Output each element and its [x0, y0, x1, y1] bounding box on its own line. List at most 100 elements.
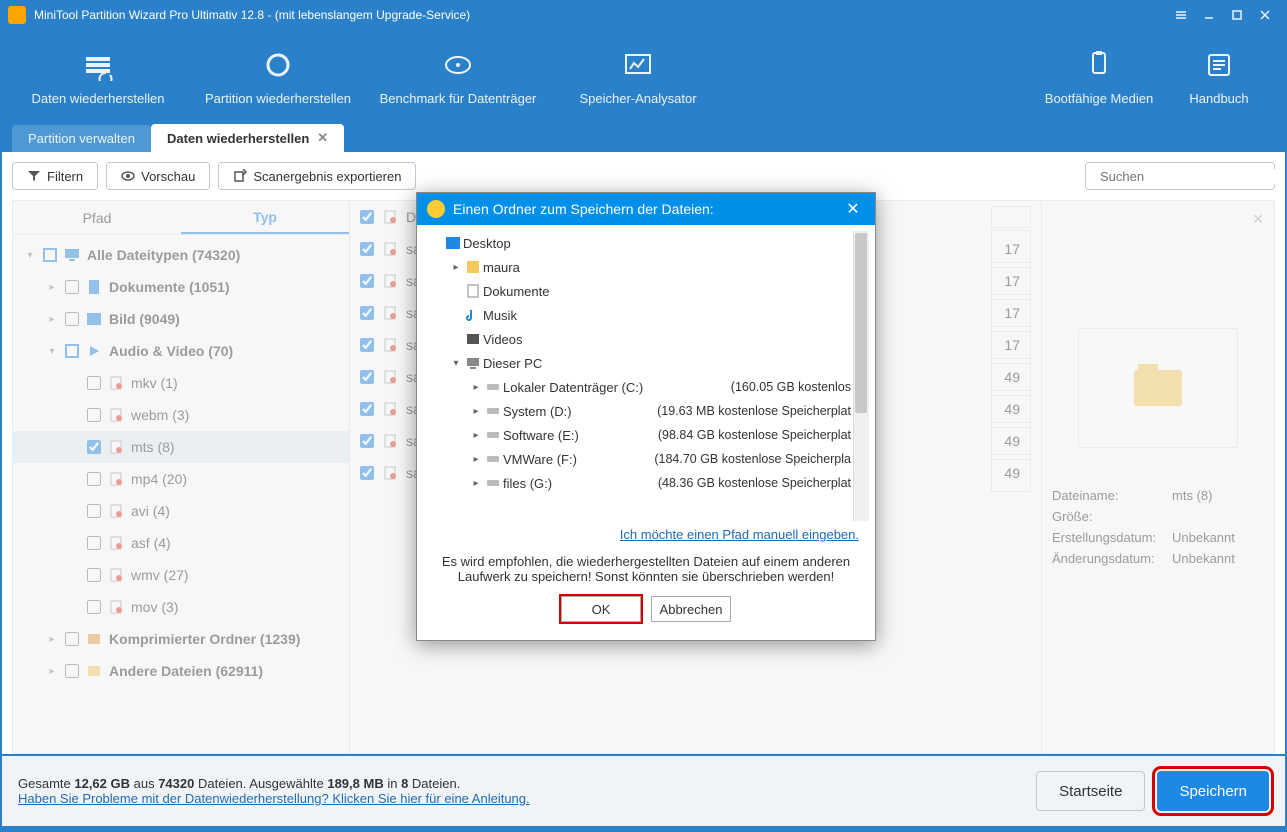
folder-type-icon: [443, 235, 463, 251]
tab-data-recover[interactable]: Daten wiederherstellen ✕: [151, 124, 344, 152]
folder-row[interactable]: ▸ System (D:)(19.63 MB kostenlose Speiche…: [423, 399, 869, 423]
ribbon-label: Bootfähige Medien: [1039, 91, 1159, 106]
footer-total-size: 12,62 GB: [74, 776, 130, 791]
tab-partition-manage[interactable]: Partition verwalten: [12, 125, 151, 152]
ribbon-bootmedia[interactable]: Bootfähige Medien: [1039, 45, 1159, 106]
footer-text: aus: [130, 776, 158, 791]
ok-button[interactable]: OK: [561, 596, 641, 622]
ribbon: Daten wiederherstellen Partition wiederh…: [0, 30, 1287, 120]
folder-name: Lokaler Datenträger (C:): [503, 380, 651, 395]
footer-help-link[interactable]: Haben Sie Probleme mit der Datenwiederhe…: [18, 791, 530, 806]
folder-type-icon: [463, 259, 483, 275]
maximize-icon[interactable]: [1223, 5, 1251, 25]
folder-row[interactable]: ▸ maura: [423, 255, 869, 279]
search-input[interactable]: [1100, 169, 1276, 184]
folder-type-icon: [463, 283, 483, 299]
dialog-close-icon[interactable]: ✕: [841, 199, 865, 219]
menu-icon[interactable]: [1167, 5, 1195, 25]
folder-row[interactable]: Videos: [423, 327, 869, 351]
benchmark-icon: [368, 45, 548, 85]
folder-row[interactable]: ▸files (G:)(48.36 GB kostenlose Speicher…: [423, 471, 869, 495]
folder-free-space: (184.70 GB kostenlose Speicherpla: [651, 452, 851, 466]
tab-strip: Partition verwalten Daten wiederherstell…: [0, 120, 1287, 152]
folder-row[interactable]: ▸ VMWare (F:)(184.70 GB kostenlose Speich…: [423, 447, 869, 471]
folder-name: maura: [483, 260, 651, 275]
recover-partition-icon: [188, 45, 368, 85]
chevron-icon[interactable]: ▸: [469, 406, 483, 417]
folder-row[interactable]: ▸Lokaler Datenträger (C:)(160.05 GB kost…: [423, 375, 869, 399]
ribbon-label: Handbuch: [1159, 91, 1279, 106]
folder-name: VMWare (F:): [503, 452, 651, 467]
folder-type-icon: [483, 451, 503, 467]
folder-type-icon: [463, 355, 483, 371]
ribbon-label: Daten wiederherstellen: [8, 91, 188, 106]
save-folder-dialog: Einen Ordner zum Speichern der Dateien: …: [416, 192, 876, 641]
dialog-warning: Es wird empfohlen, die wiederhergestellt…: [423, 546, 869, 590]
folder-type-icon: [483, 379, 503, 395]
filter-button[interactable]: Filtern: [12, 162, 98, 190]
footer-text: Gesamte: [18, 776, 74, 791]
chevron-icon[interactable]: ▸: [449, 262, 463, 273]
export-label: Scanergebnis exportieren: [253, 169, 401, 184]
export-button[interactable]: Scanergebnis exportieren: [218, 162, 416, 190]
window-title: MiniTool Partition Wizard Pro Ultimativ …: [34, 8, 470, 22]
tab-close-icon[interactable]: ✕: [317, 130, 328, 146]
chevron-icon[interactable]: ▾: [449, 358, 463, 369]
footer-info: Gesamte 12,62 GB aus 74320 Dateien. Ausg…: [18, 776, 530, 806]
filter-label: Filtern: [47, 169, 83, 184]
ribbon-label: Partition wiederherstellen: [188, 91, 368, 106]
folder-name: Dieser PC: [483, 356, 651, 371]
manual-path-link[interactable]: Ich möchte einen Pfad manuell eingeben.: [620, 527, 859, 542]
home-button[interactable]: Startseite: [1036, 771, 1145, 811]
title-bar: MiniTool Partition Wizard Pro Ultimativ …: [0, 0, 1287, 30]
dialog-titlebar: Einen Ordner zum Speichern der Dateien: …: [417, 193, 875, 225]
toolbar: Filtern Vorschau Scanergebnis exportiere…: [12, 160, 1275, 192]
folder-free-space: (19.63 MB kostenlose Speicherplat: [651, 404, 851, 418]
preview-button[interactable]: Vorschau: [106, 162, 210, 190]
export-icon: [233, 169, 247, 183]
ribbon-analyzer[interactable]: Speicher-Analysator: [548, 45, 728, 106]
tab-label: Daten wiederherstellen: [167, 131, 309, 146]
folder-name: Musik: [483, 308, 651, 323]
folder-row[interactable]: Dokumente: [423, 279, 869, 303]
ribbon-recover-data[interactable]: Daten wiederherstellen: [8, 45, 188, 106]
folder-row[interactable]: ▸Software (E:)(98.84 GB kostenlose Speic…: [423, 423, 869, 447]
ribbon-label: Speicher-Analysator: [548, 91, 728, 106]
folder-row[interactable]: Desktop: [423, 231, 869, 255]
eye-icon: [121, 169, 135, 183]
dialog-buttons: OK Abbrechen: [423, 590, 869, 630]
chevron-icon[interactable]: ▸: [469, 478, 483, 489]
ribbon-manual[interactable]: Handbuch: [1159, 45, 1279, 106]
cancel-button[interactable]: Abbrechen: [651, 596, 731, 622]
folder-type-icon: [463, 307, 483, 323]
chevron-icon[interactable]: ▸: [469, 454, 483, 465]
recover-data-icon: [8, 45, 188, 85]
folder-name: System (D:): [503, 404, 651, 419]
search-box[interactable]: [1085, 162, 1275, 190]
footer: Gesamte 12,62 GB aus 74320 Dateien. Ausg…: [0, 756, 1287, 828]
manual-icon: [1159, 45, 1279, 85]
ribbon-recover-partition[interactable]: Partition wiederherstellen: [188, 45, 368, 106]
filter-icon: [27, 169, 41, 183]
ribbon-label: Benchmark für Datenträger: [368, 91, 548, 106]
scrollbar-thumb[interactable]: [855, 233, 867, 413]
ribbon-benchmark[interactable]: Benchmark für Datenträger: [368, 45, 548, 106]
dialog-app-icon: [427, 200, 445, 218]
dialog-warning-line: Es wird empfohlen, die wiederhergestellt…: [437, 554, 855, 569]
folder-free-space: (98.84 GB kostenlose Speicherplat: [651, 428, 851, 442]
folder-row[interactable]: ▾ Dieser PC: [423, 351, 869, 375]
bootmedia-icon: [1039, 45, 1159, 85]
save-button[interactable]: Speichern: [1157, 771, 1269, 811]
chevron-icon[interactable]: ▸: [469, 430, 483, 441]
folder-browser[interactable]: Desktop ▸ maura Dokumente Musik Videos ▾ Dieser…: [423, 231, 869, 521]
footer-text: Dateien.: [408, 776, 460, 791]
chevron-icon[interactable]: ▸: [469, 382, 483, 393]
minimize-icon[interactable]: [1195, 5, 1223, 25]
preview-label: Vorschau: [141, 169, 195, 184]
close-icon[interactable]: [1251, 5, 1279, 25]
folder-name: Videos: [483, 332, 651, 347]
folder-type-icon: [483, 427, 503, 443]
analyzer-icon: [548, 45, 728, 85]
scrollbar[interactable]: [853, 231, 869, 521]
folder-row[interactable]: Musik: [423, 303, 869, 327]
